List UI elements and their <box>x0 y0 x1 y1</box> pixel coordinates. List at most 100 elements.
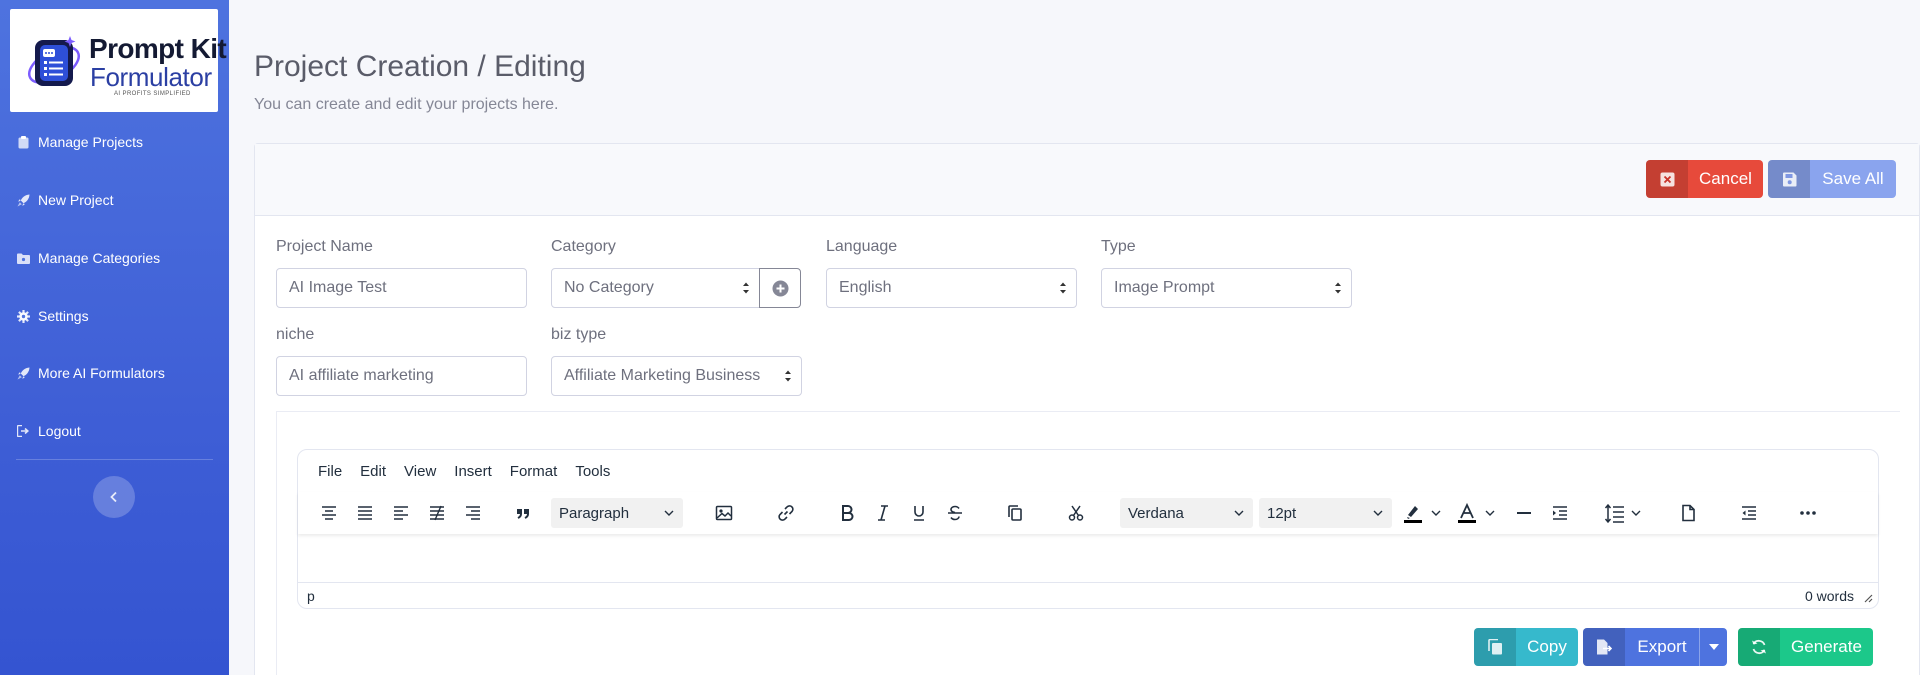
niche-input[interactable]: AI affiliate marketing <box>276 356 527 396</box>
line-height-button[interactable] <box>1604 498 1648 528</box>
close-box-icon <box>1646 160 1688 198</box>
block-format-select[interactable]: Paragraph <box>551 498 683 528</box>
align-left-button[interactable] <box>386 498 416 528</box>
add-category-button[interactable] <box>759 268 801 308</box>
outdent-icon <box>1742 506 1756 520</box>
font-family-value: Verdana <box>1128 504 1184 522</box>
horizontal-line-button[interactable] <box>1509 498 1539 528</box>
card-header: Cancel Save All <box>255 144 1919 216</box>
rocket-icon <box>16 366 30 380</box>
sidebar-item-manage-projects[interactable]: Manage Projects <box>0 122 229 162</box>
insert-link-button[interactable] <box>771 498 801 528</box>
export-file-icon <box>1583 628 1625 666</box>
element-path[interactable]: p <box>307 588 315 604</box>
chevron-down-icon <box>1485 510 1495 516</box>
italic-button[interactable] <box>868 498 898 528</box>
niche-label: niche <box>276 326 315 343</box>
align-center-button[interactable] <box>314 498 344 528</box>
highlight-color-button[interactable] <box>1402 498 1452 528</box>
font-size-value: 12pt <box>1267 504 1297 522</box>
more-options-button[interactable] <box>1793 498 1823 528</box>
blockquote-button[interactable] <box>508 498 538 528</box>
align-justify-button[interactable] <box>350 498 380 528</box>
copy-button[interactable]: Copy <box>1474 628 1578 666</box>
refresh-icon <box>1738 628 1780 666</box>
sidebar-item-new-project[interactable]: New Project <box>0 180 229 220</box>
biz-type-label: biz type <box>551 326 607 343</box>
sidebar-item-logout[interactable]: Logout <box>0 411 229 451</box>
logout-icon <box>16 424 30 438</box>
strikethrough-button[interactable] <box>940 498 970 528</box>
biz-type-select[interactable]: Affiliate Marketing Business <box>551 356 802 396</box>
word-count[interactable]: 0 words <box>1805 588 1854 604</box>
category-select[interactable]: No Category <box>551 268 760 308</box>
chevron-down-icon <box>664 510 674 516</box>
language-value: English <box>839 279 892 296</box>
save-all-button[interactable]: Save All <box>1768 160 1896 198</box>
sidebar-item-manage-categories[interactable]: Manage Categories <box>0 238 229 278</box>
project-name-input[interactable]: AI Image Test <box>276 268 527 308</box>
cut-button[interactable] <box>1061 498 1091 528</box>
font-size-select[interactable]: 12pt <box>1259 498 1392 528</box>
type-select[interactable]: Image Prompt <box>1101 268 1352 308</box>
align-right-button[interactable] <box>458 498 488 528</box>
more-icon <box>1800 511 1816 515</box>
sidebar-item-more-ai-formulators[interactable]: More AI Formulators <box>0 353 229 393</box>
gear-icon <box>16 309 30 323</box>
resize-handle-icon[interactable] <box>1863 593 1873 603</box>
chevron-down-icon <box>1373 510 1383 516</box>
align-center-icon <box>322 506 336 520</box>
save-all-label: Save All <box>1822 169 1884 188</box>
menu-insert[interactable]: Insert <box>454 463 492 480</box>
block-format-value: Paragraph <box>559 504 630 522</box>
bold-button[interactable] <box>832 498 862 528</box>
copy-format-button[interactable] <box>1000 498 1030 528</box>
generate-label: Generate <box>1791 637 1862 656</box>
editor-menubar: File Edit View Insert Format Tools <box>298 450 1878 492</box>
chevron-down-icon <box>1431 510 1441 516</box>
cancel-button[interactable]: Cancel <box>1646 160 1763 198</box>
caret-down-icon <box>1708 644 1719 650</box>
editor-content-area[interactable] <box>298 536 1878 582</box>
text-color-button[interactable] <box>1456 498 1506 528</box>
folder-icon <box>16 251 30 265</box>
align-left-icon <box>394 506 408 520</box>
clear-format-button[interactable] <box>422 498 452 528</box>
type-value: Image Prompt <box>1114 279 1215 296</box>
generate-button[interactable]: Generate <box>1738 628 1873 666</box>
language-select[interactable]: English <box>826 268 1077 308</box>
sidebar-item-label: Settings <box>38 308 89 324</box>
export-button[interactable]: Export <box>1583 628 1727 666</box>
biz-type-value: Affiliate Marketing Business <box>564 367 761 384</box>
underline-icon <box>914 506 924 521</box>
select-arrows-icon <box>1335 282 1341 294</box>
category-value: No Category <box>564 279 654 296</box>
highlighter-icon <box>1404 506 1422 523</box>
plus-circle-icon <box>772 280 788 296</box>
sidebar-item-settings[interactable]: Settings <box>0 296 229 336</box>
export-dropdown-toggle[interactable] <box>1699 628 1727 666</box>
copy-label: Copy <box>1527 637 1567 656</box>
clipboard-icon <box>16 135 30 149</box>
floppy-disk-icon <box>1768 160 1810 198</box>
menu-format[interactable]: Format <box>510 463 558 480</box>
sidebar-item-label: More AI Formulators <box>38 365 165 381</box>
category-label: Category <box>551 238 616 255</box>
page-title: Project Creation / Editing <box>254 50 586 83</box>
outdent-button[interactable] <box>1734 498 1764 528</box>
underline-button[interactable] <box>904 498 934 528</box>
rich-text-editor: File Edit View Insert Format Tools Parag… <box>297 449 1879 609</box>
clear-format-icon <box>430 505 444 521</box>
insert-image-button[interactable] <box>709 498 739 528</box>
indent-button[interactable] <box>1545 498 1575 528</box>
logo[interactable]: Prompt Kit Formulator AI PROFITS SIMPLIF… <box>10 9 227 112</box>
menu-tools[interactable]: Tools <box>575 463 610 480</box>
font-family-select[interactable]: Verdana <box>1120 498 1253 528</box>
new-document-button[interactable] <box>1673 498 1703 528</box>
menu-file[interactable]: File <box>318 463 342 480</box>
image-icon <box>715 505 733 521</box>
type-label: Type <box>1101 238 1136 255</box>
sidebar-toggle-button[interactable] <box>93 476 135 518</box>
menu-edit[interactable]: Edit <box>360 463 386 480</box>
menu-view[interactable]: View <box>404 463 436 480</box>
